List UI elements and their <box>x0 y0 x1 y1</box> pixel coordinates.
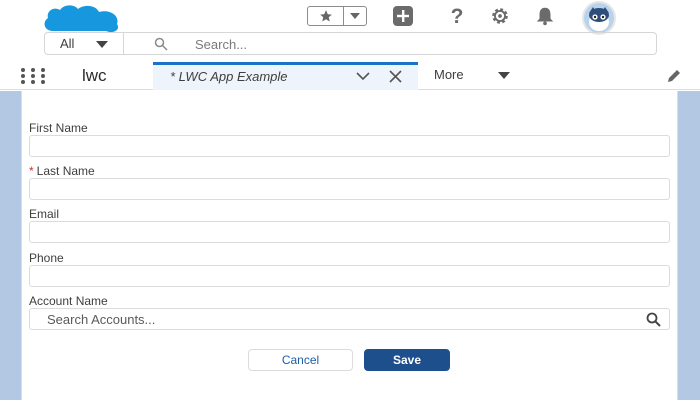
bell-icon[interactable] <box>533 4 557 28</box>
svg-text:?: ? <box>451 5 464 27</box>
help-icon[interactable]: ? <box>445 4 469 28</box>
app-name: lwc <box>82 66 107 85</box>
account-lookup-input[interactable]: Search Accounts... <box>29 308 670 330</box>
app-nav-bar: lwc * LWC App Example More <box>0 62 700 90</box>
account-name-label: Account Name <box>29 294 108 308</box>
email-label: Email <box>29 207 60 221</box>
phone-input[interactable] <box>29 265 670 287</box>
tab-label: * LWC App Example <box>170 69 288 84</box>
tab-lwc-app-example[interactable]: * LWC App Example <box>153 62 418 90</box>
search-icon <box>646 312 661 327</box>
chevron-down-icon[interactable] <box>356 71 370 81</box>
chevron-down-icon[interactable] <box>498 72 510 79</box>
global-header: ? All Search... <box>0 0 700 62</box>
search-placeholder: Search... <box>195 37 248 52</box>
global-search-input[interactable]: Search... <box>124 32 657 55</box>
gear-icon[interactable] <box>488 4 512 28</box>
first-name-input[interactable] <box>29 135 670 157</box>
more-menu-label[interactable]: More <box>434 67 464 82</box>
last-name-label-text: Last Name <box>36 164 95 178</box>
email-input[interactable] <box>29 221 670 243</box>
close-icon[interactable] <box>389 70 402 83</box>
required-mark: * <box>29 164 34 178</box>
pencil-icon[interactable] <box>666 68 682 84</box>
phone-label: Phone <box>29 251 64 265</box>
search-scope-label: All <box>60 36 75 51</box>
first-name-label: First Name <box>29 121 88 135</box>
account-lookup-placeholder: Search Accounts... <box>47 312 156 327</box>
save-button[interactable]: Save <box>364 349 450 371</box>
favorites-dropdown-icon[interactable] <box>344 7 366 25</box>
last-name-label: * Last Name <box>29 164 95 178</box>
favorites-star-icon[interactable] <box>308 7 344 25</box>
favorites-button-group[interactable] <box>307 6 367 26</box>
cancel-button[interactable]: Cancel <box>248 349 353 371</box>
plus-icon[interactable] <box>391 4 415 28</box>
salesforce-cloud-logo[interactable] <box>41 3 125 33</box>
last-name-input[interactable] <box>29 178 670 200</box>
waffle-icon[interactable] <box>21 68 51 84</box>
chevron-down-icon <box>96 41 108 48</box>
search-icon <box>154 37 168 51</box>
avatar[interactable] <box>582 1 616 35</box>
search-scope-dropdown[interactable]: All <box>44 32 124 55</box>
